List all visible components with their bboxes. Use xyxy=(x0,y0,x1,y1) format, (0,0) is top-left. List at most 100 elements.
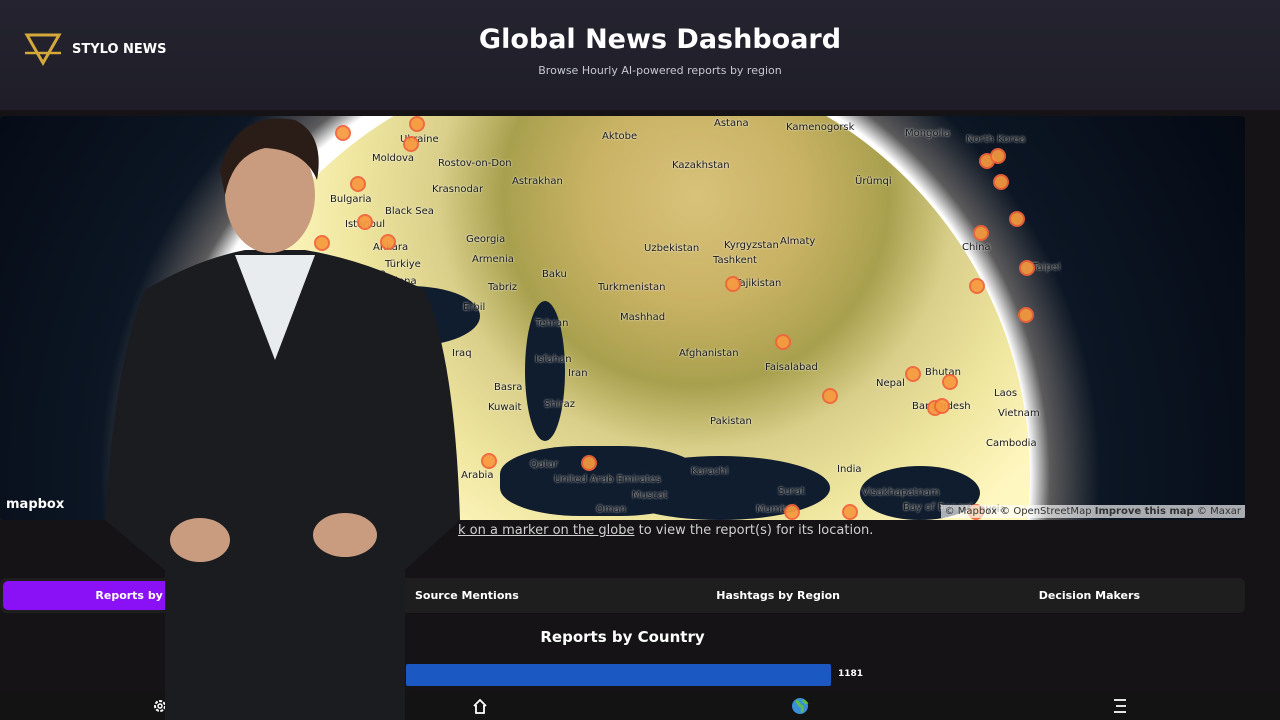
map-label: Kyrgyzstan xyxy=(724,240,779,251)
map-label: Faisalabad xyxy=(765,362,818,373)
maxar-link[interactable]: © Maxar xyxy=(1197,506,1241,517)
map-label: China xyxy=(962,242,991,253)
map-label: Muscat xyxy=(632,490,668,501)
chart-title: Reports by Country xyxy=(540,628,705,646)
news-marker[interactable] xyxy=(1018,307,1034,323)
bar-value: 1181 xyxy=(838,669,864,679)
page-title: Global News Dashboard xyxy=(478,24,842,55)
news-marker[interactable] xyxy=(357,214,373,230)
globe-map[interactable]: Ukraine Moldova Rostov-on-Don Krasnodar Blac… xyxy=(0,116,1245,520)
mapbox-logo[interactable]: mapbox xyxy=(6,497,64,512)
news-marker[interactable] xyxy=(905,366,921,382)
map-label: Afghanistan xyxy=(679,348,739,359)
map-label: Georgia xyxy=(466,234,506,245)
map-label: India xyxy=(837,464,862,475)
news-marker[interactable] xyxy=(1019,260,1035,276)
news-marker[interactable] xyxy=(990,148,1006,164)
map-label: North Korea xyxy=(966,134,1026,145)
news-marker[interactable] xyxy=(335,125,351,141)
map-label: Armenia xyxy=(472,254,514,265)
news-marker[interactable] xyxy=(350,176,366,192)
news-marker[interactable] xyxy=(969,278,985,294)
tab-decision-makers[interactable]: Decision Makers xyxy=(937,581,1242,610)
improve-map-link[interactable]: Improve this map xyxy=(1095,506,1194,517)
map-label: Kamenogorsk xyxy=(786,122,855,133)
map-label: Nepal xyxy=(876,378,905,389)
map-label: Uzbekistan xyxy=(644,243,700,254)
map-label: Erbil xyxy=(463,302,486,313)
map-label: Tehran xyxy=(535,318,569,329)
map-label: Rostov-on-Don xyxy=(438,158,512,169)
map-label: Iran xyxy=(568,368,588,379)
map-label: Vietnam xyxy=(998,408,1040,419)
map-label: Taipei xyxy=(1032,262,1061,273)
map-label: Tajikistan xyxy=(735,278,782,289)
map-label: Isfahan xyxy=(535,354,572,365)
map-label: Surat xyxy=(778,486,805,497)
map-label: Astana xyxy=(714,118,749,129)
news-marker[interactable] xyxy=(725,276,741,292)
map-label: Aktobe xyxy=(602,131,638,142)
news-marker[interactable] xyxy=(784,504,800,520)
tab-hashtags-by-region[interactable]: Hashtags by Region xyxy=(626,581,931,610)
news-marker[interactable] xyxy=(409,116,425,132)
news-marker[interactable] xyxy=(1009,211,1025,227)
map-label: Tashkent xyxy=(713,255,757,266)
map-hint: k on a marker on the globe to view the r… xyxy=(458,523,873,538)
map-label: Visakhapatnam xyxy=(862,487,940,498)
map-label: Laos xyxy=(994,388,1018,399)
map-label: Shiraz xyxy=(544,399,575,410)
map-label: Kazakhstan xyxy=(672,160,730,171)
page-subtitle: Browse Hourly AI-powered reports by regi… xyxy=(538,64,782,77)
map-label: Saudi Arabia xyxy=(430,470,494,481)
map-attribution: © Mapbox © OpenStreetMap Improve this ma… xyxy=(940,505,1245,518)
news-marker[interactable] xyxy=(942,374,958,390)
news-marker[interactable] xyxy=(403,136,419,152)
news-marker[interactable] xyxy=(481,453,497,469)
news-marker[interactable] xyxy=(775,334,791,350)
tab-reports-by-country[interactable]: Reports by Country xyxy=(3,581,309,610)
globe-icon[interactable] xyxy=(790,696,810,716)
hint-text: to view the report(s) for its location. xyxy=(634,523,874,538)
map-label: United Arab Emirates xyxy=(554,474,662,485)
news-marker[interactable] xyxy=(822,388,838,404)
news-marker[interactable] xyxy=(380,234,396,250)
tab-source-mentions[interactable]: Source Mentions xyxy=(314,581,619,610)
tab-bar: Reports by Country Source Mentions Hasht… xyxy=(0,578,1245,613)
bar-usa[interactable] xyxy=(406,664,831,686)
news-marker[interactable] xyxy=(581,455,597,471)
news-marker[interactable] xyxy=(314,235,330,251)
map-label: Karachi xyxy=(691,466,729,477)
map-label: Moldova xyxy=(372,153,415,164)
map-label: Adana xyxy=(385,276,417,287)
news-marker[interactable] xyxy=(993,174,1009,190)
bar-label: A xyxy=(393,669,400,679)
map-label: Tabriz xyxy=(488,282,518,293)
map-label: Astrakhan xyxy=(512,176,563,187)
attribution-link[interactable]: © Mapbox © OpenStreetMap xyxy=(945,506,1092,517)
news-marker[interactable] xyxy=(934,398,950,414)
home-icon[interactable] xyxy=(470,696,490,716)
map-label: Pakistan xyxy=(710,416,752,427)
map-label: Antalya xyxy=(348,268,387,279)
globe[interactable] xyxy=(190,116,1030,520)
menu-icon[interactable] xyxy=(1110,696,1130,716)
map-label: Iraq xyxy=(452,348,472,359)
map-label: Cambodia xyxy=(986,438,1037,449)
map-label: Oman xyxy=(596,504,627,515)
map-label: Kuwait xyxy=(488,402,522,413)
map-label: Mongolia xyxy=(905,128,951,139)
news-marker[interactable] xyxy=(973,225,989,241)
bottom-nav xyxy=(0,692,1280,720)
gear-icon[interactable] xyxy=(150,696,170,716)
hint-link[interactable]: k on a marker on the globe xyxy=(458,523,634,538)
news-marker[interactable] xyxy=(419,312,435,328)
map-label: Bulgaria xyxy=(330,194,372,205)
map-label: Almaty xyxy=(780,236,816,247)
map-label: Krasnodar xyxy=(432,184,484,195)
black-sea xyxy=(340,286,480,346)
news-marker[interactable] xyxy=(842,504,858,520)
map-label: Qatar xyxy=(530,459,559,470)
map-label: Türkiye xyxy=(385,259,421,270)
map-label: Ürümqi xyxy=(855,176,892,187)
